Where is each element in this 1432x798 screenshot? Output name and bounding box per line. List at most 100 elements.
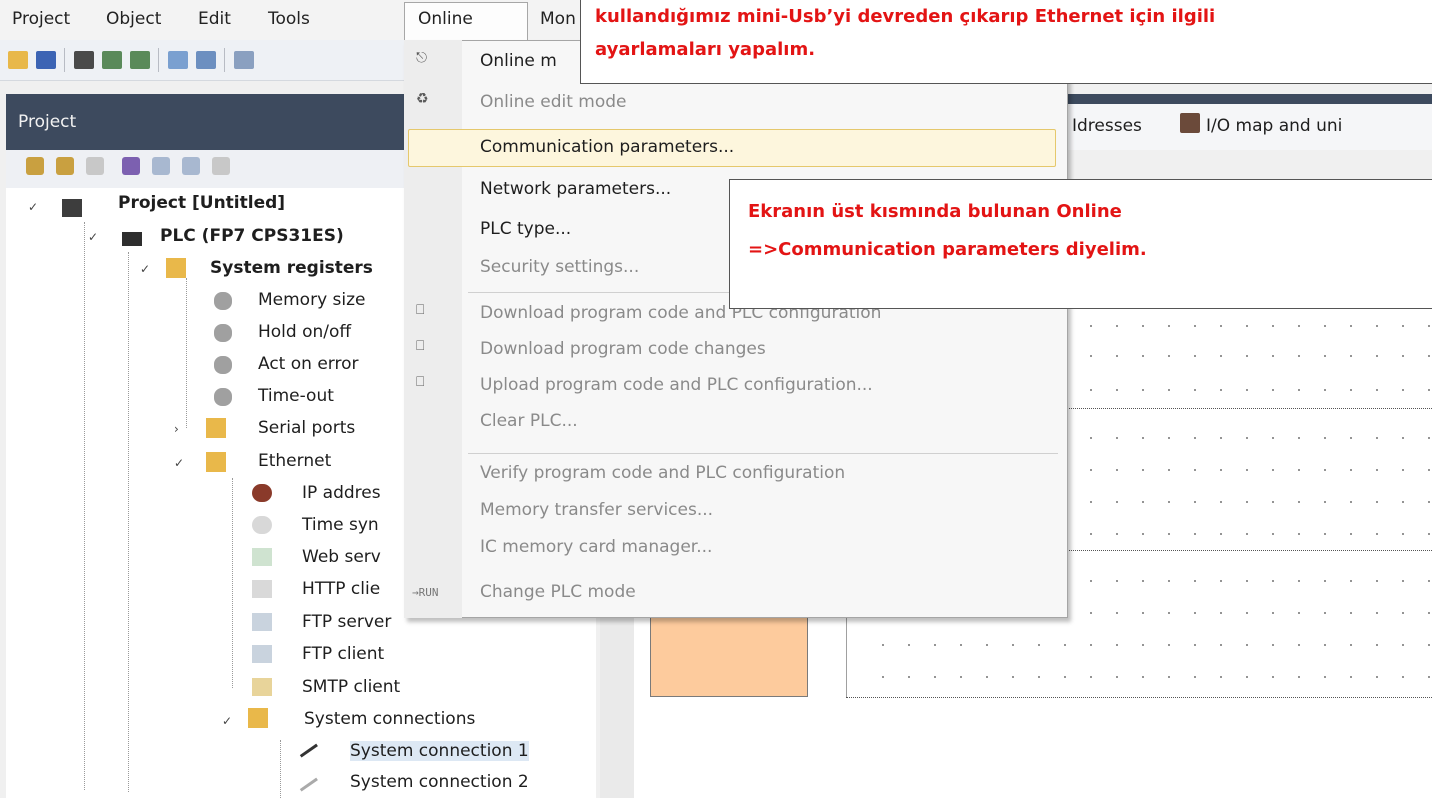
toolbar-separator: [224, 48, 225, 72]
menu-item-clear-plc[interactable]: Clear PLC...: [480, 411, 578, 431]
wrench-icon: [214, 324, 232, 342]
tree-node-system-connections[interactable]: System connections: [304, 709, 475, 729]
menu-tools[interactable]: Tools: [268, 9, 310, 29]
tree-node-time-out[interactable]: Time-out: [258, 386, 334, 406]
ftp-server-icon: [252, 613, 272, 631]
tree-guide-line: [84, 222, 85, 790]
print-icon[interactable]: [196, 51, 216, 69]
menu-item-plc-type[interactable]: PLC type...: [480, 219, 571, 239]
tree-node-ip-address[interactable]: IP addres: [302, 483, 381, 503]
menu-object[interactable]: Object: [106, 9, 161, 29]
plc-icon[interactable]: [74, 51, 94, 69]
menu-item-upload-program[interactable]: Upload program code and PLC configuratio…: [480, 375, 873, 395]
library-icon[interactable]: [152, 157, 170, 175]
expand-chevron-icon[interactable]: ✓: [140, 262, 150, 276]
ip-icon: [252, 484, 272, 502]
print-preview-icon[interactable]: [168, 51, 188, 69]
tab-addresses[interactable]: Idresses: [1072, 116, 1142, 136]
wrench-icon: [214, 292, 232, 310]
add-item-icon[interactable]: [26, 157, 44, 175]
menu-project[interactable]: Project: [12, 9, 70, 29]
menu-item-download-changes[interactable]: Download program code changes: [480, 339, 766, 359]
tree-guide-line: [186, 278, 187, 428]
plug-icon: ⎋: [416, 50, 428, 66]
tree-node-system-connection-2[interactable]: System connection 2: [350, 772, 529, 792]
tree-guide-line: [232, 478, 233, 688]
callout-top: kullandığımız mini-Usb’yi devreden çıkar…: [580, 0, 1432, 84]
download-changes-icon: ⎕: [416, 338, 425, 354]
ftp-client-icon: [252, 645, 272, 663]
run-mode-icon: →RUN: [412, 586, 439, 599]
upload-icon: ⎕: [416, 374, 425, 390]
http-client-icon: [252, 580, 272, 598]
menu-item-online-edit-mode[interactable]: Online edit mode: [480, 92, 627, 112]
compile-all-icon[interactable]: [130, 51, 150, 69]
compile-icon[interactable]: [102, 51, 122, 69]
tree-guide-line: [128, 252, 129, 792]
menu-item-ic-memory-card[interactable]: IC memory card manager...: [480, 537, 712, 557]
online-edit-icon: ♻: [416, 91, 429, 107]
tab-io-map[interactable]: I/O map and uni: [1206, 116, 1342, 136]
callout-top-line1: kullandığımız mini-Usb’yi devreden çıkar…: [595, 6, 1216, 27]
menu-item-network-parameters[interactable]: Network parameters...: [480, 179, 671, 199]
callout-mid-line2: =>Communication parameters diyelim.: [748, 239, 1147, 260]
menu-icon-gutter: [404, 40, 462, 618]
save-icon[interactable]: [36, 51, 56, 69]
callout-mid-line1: Ekranın üst kısmında bulunan Online: [748, 201, 1122, 222]
add-subitem-icon[interactable]: [56, 157, 74, 175]
library-remove-icon[interactable]: [212, 157, 230, 175]
expand-chevron-icon[interactable]: ✓: [28, 200, 38, 214]
menu-online[interactable]: Online: [418, 9, 473, 29]
project-icon: [62, 199, 82, 217]
menu-item-online-mode[interactable]: Online m: [480, 51, 557, 71]
tree-node-ftp-client[interactable]: FTP client: [302, 644, 384, 664]
expand-chevron-icon[interactable]: ✓: [222, 714, 232, 728]
menu-item-communication-parameters[interactable]: Communication parameters...: [480, 137, 734, 157]
expand-chevron-icon[interactable]: ✓: [174, 456, 184, 470]
library-add-icon[interactable]: [182, 157, 200, 175]
remove-item-icon[interactable]: [86, 157, 104, 175]
wrench-icon: [214, 356, 232, 374]
tree-node-smtp-client[interactable]: SMTP client: [302, 677, 400, 697]
tree-node-ftp-server[interactable]: FTP server: [302, 612, 391, 632]
tree-node-plc[interactable]: PLC (FP7 CPS31ES): [160, 226, 344, 246]
tree-node-web-server[interactable]: Web serv: [302, 547, 381, 567]
tree-node-http-client[interactable]: HTTP clie: [302, 579, 380, 599]
tree-node-act-on-error[interactable]: Act on error: [258, 354, 358, 374]
callout-top-line2: ayarlamaları yapalım.: [595, 39, 816, 60]
menu-monitor[interactable]: Mon: [540, 9, 576, 29]
grid-dot-row: [870, 644, 1430, 646]
smtp-client-icon: [252, 678, 272, 696]
online-menu-dropdown: [404, 40, 1068, 618]
folder-icon: [166, 258, 186, 278]
web-server-icon: [252, 548, 272, 566]
menu-item-memory-transfer[interactable]: Memory transfer services...: [480, 500, 713, 520]
plc-icon: [122, 232, 142, 246]
ethernet-folder-icon: [206, 452, 226, 472]
toolbar-separator: [158, 48, 159, 72]
selected-cell-block[interactable]: [650, 611, 808, 697]
menu-separator: [468, 453, 1058, 454]
menu-item-change-plc-mode[interactable]: Change PLC mode: [480, 582, 636, 602]
tree-guide-line: [280, 740, 281, 798]
tree-node-memory-size[interactable]: Memory size: [258, 290, 366, 310]
tree-node-serial-ports[interactable]: Serial ports: [258, 418, 355, 438]
layers-icon[interactable]: [122, 157, 140, 175]
toolbar-separator: [64, 48, 65, 72]
collapse-chevron-icon[interactable]: ›: [174, 422, 179, 436]
tree-node-hold-on-off[interactable]: Hold on/off: [258, 322, 351, 342]
clock-icon: [252, 516, 272, 534]
tree-node-system-connection-1[interactable]: System connection 1: [350, 741, 529, 761]
menu-item-verify-program[interactable]: Verify program code and PLC configuratio…: [480, 463, 845, 483]
open-folder-icon[interactable]: [8, 51, 28, 69]
find-icon[interactable]: [234, 51, 254, 69]
tree-node-system-registers[interactable]: System registers: [210, 258, 373, 278]
tree-node-ethernet[interactable]: Ethernet: [258, 451, 331, 471]
expand-chevron-icon[interactable]: ✓: [88, 230, 98, 244]
wrench-icon: [214, 388, 232, 406]
tree-node-time-sync[interactable]: Time syn: [302, 515, 379, 535]
callout-middle: Ekranın üst kısmında bulunan Online =>Co…: [729, 179, 1432, 309]
menu-edit[interactable]: Edit: [198, 9, 231, 29]
menu-item-security-settings[interactable]: Security settings...: [480, 257, 639, 277]
tree-node-project[interactable]: Project [Untitled]: [118, 193, 285, 213]
